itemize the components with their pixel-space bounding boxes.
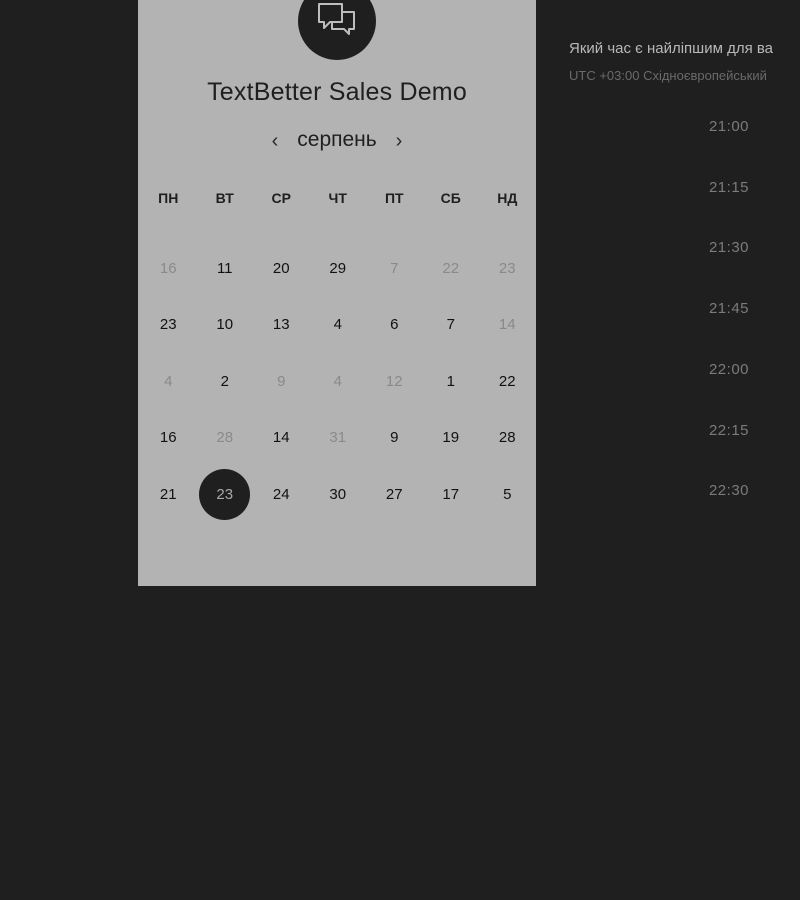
time-slot[interactable]: 21:45 — [689, 300, 769, 317]
calendar-day[interactable]: 19 — [423, 410, 480, 467]
calendar-day-label: 28 — [216, 429, 234, 447]
calendar-day-label: 12 — [385, 372, 403, 390]
time-slot[interactable]: 21:30 — [689, 239, 769, 256]
calendar-day-label: 31 — [329, 429, 347, 447]
calendar-day-selected[interactable]: 23 — [197, 466, 254, 523]
calendar-day-label: 24 — [272, 485, 290, 503]
calendar-day: 14 — [479, 297, 536, 354]
calendar-day[interactable]: 1 — [423, 353, 480, 410]
time-slot[interactable]: 22:30 — [689, 482, 769, 499]
time-slot[interactable]: 21:00 — [689, 118, 769, 135]
calendar-day[interactable]: 4 — [310, 297, 367, 354]
calendar-day[interactable]: 10 — [197, 297, 254, 354]
calendar-day-label: 7 — [390, 259, 399, 277]
calendar-day-label: 13 — [272, 316, 290, 334]
calendar-day-label: 23 — [159, 316, 177, 334]
calendar-day-label: 16 — [159, 259, 177, 277]
calendar-day-label: 9 — [277, 372, 286, 390]
weekday-label: СР — [271, 190, 291, 206]
weekday-label: ЧТ — [328, 190, 347, 206]
calendar-day-label: 21 — [159, 485, 177, 503]
calendar-day-label: 7 — [446, 316, 455, 334]
calendar-day[interactable]: 27 — [366, 466, 423, 523]
calendar-day-label: 14 — [272, 429, 290, 447]
page-title: TextBetter Sales Demo — [207, 78, 467, 106]
time-question: Який час є найліпшим для ва — [569, 40, 774, 57]
calendar-day[interactable]: 7 — [423, 297, 480, 354]
calendar-day-label: 14 — [498, 316, 516, 334]
calendar-day[interactable]: 24 — [253, 466, 310, 523]
calendar-day-label: 2 — [220, 372, 229, 390]
calendar-day[interactable]: 14 — [253, 410, 310, 467]
calendar-day: 16 — [140, 240, 197, 297]
calendar-day[interactable]: 20 — [253, 240, 310, 297]
calendar-day[interactable]: 11 — [197, 240, 254, 297]
time-slot[interactable]: 21:15 — [689, 179, 769, 196]
calendar-day-label: 10 — [216, 316, 234, 334]
weekday-label: ПТ — [384, 190, 404, 206]
chat-bubbles-icon — [318, 3, 355, 35]
calendar-day: 28 — [197, 410, 254, 467]
calendar-day-label: 9 — [390, 429, 399, 447]
calendar-day: 9 — [253, 353, 310, 410]
calendar-day[interactable]: 22 — [479, 353, 536, 410]
calendar-day-label: 27 — [385, 485, 403, 503]
calendar-day-label: 1 — [446, 372, 455, 390]
calendar-day[interactable]: 9 — [366, 410, 423, 467]
calendar-day[interactable]: 16 — [140, 410, 197, 467]
calendar-day-label: 11 — [216, 259, 233, 277]
calendar-day[interactable]: 30 — [310, 466, 367, 523]
calendar-day-label: 29 — [329, 259, 347, 277]
logo — [298, 0, 376, 60]
calendar-day[interactable]: 6 — [366, 297, 423, 354]
time-slot[interactable]: 22:15 — [689, 422, 769, 439]
calendar-day: 12 — [366, 353, 423, 410]
calendar-day-label: 5 — [503, 485, 512, 503]
calendar-day[interactable]: 28 — [479, 410, 536, 467]
weekday-header: ПН ВТ СР ЧТ ПТ СБ НД — [140, 190, 536, 206]
month-label: серпень — [297, 128, 377, 151]
calendar-day-label: 4 — [333, 316, 342, 334]
calendar-day: 4 — [140, 353, 197, 410]
weekday-label: ВТ — [215, 190, 234, 206]
calendar-day: 4 — [310, 353, 367, 410]
calendar-day: 22 — [423, 240, 480, 297]
calendar-day-label: 17 — [442, 485, 460, 503]
calendar-day[interactable]: 21 — [140, 466, 197, 523]
calendar-day[interactable]: 23 — [140, 297, 197, 354]
calendar-day-label: 6 — [390, 316, 399, 334]
time-slot[interactable]: 22:00 — [689, 361, 769, 378]
calendar-day-label: 20 — [272, 259, 290, 277]
calendar-day: 7 — [366, 240, 423, 297]
days-grid: 16 11 20 29 7 22 23 23 10 13 4 6 7 14 4 2 9 4 12 1 22 16 28 14 3… — [140, 240, 536, 523]
timezone-label[interactable]: UTC +03:00 Східноєвропейський — [569, 68, 767, 83]
calendar-day[interactable]: 5 — [479, 466, 536, 523]
calendar-day-label: 23 — [498, 259, 516, 277]
calendar-day[interactable]: 13 — [253, 297, 310, 354]
month-navigation: ‹ серпень › — [138, 124, 536, 158]
calendar-day-label: 16 — [159, 429, 177, 447]
calendar-day[interactable]: 2 — [197, 353, 254, 410]
weekday-label: НД — [497, 190, 518, 206]
calendar-day[interactable]: 29 — [310, 240, 367, 297]
calendar-day-label: 22 — [498, 372, 516, 390]
chevron-right-icon[interactable]: › — [389, 128, 409, 154]
time-slot-panel: Який час є найліпшим для ва UTC +03:00 С… — [569, 0, 800, 900]
calendar-day-label: 28 — [498, 429, 516, 447]
calendar-panel: TextBetter Sales Demo ‹ серпень › ПН ВТ … — [138, 0, 536, 586]
calendar-day-label: 4 — [333, 372, 342, 390]
calendar-day-label: 4 — [164, 372, 173, 390]
calendar-day-label: 19 — [442, 429, 460, 447]
calendar-day: 31 — [310, 410, 367, 467]
calendar-day[interactable]: 17 — [423, 466, 480, 523]
calendar-day-label: 23 — [199, 468, 251, 520]
calendar-day-label: 22 — [442, 259, 460, 277]
weekday-label: ПН — [158, 190, 179, 206]
weekday-label: СБ — [440, 190, 461, 206]
calendar-day: 23 — [479, 240, 536, 297]
calendar-day-label: 30 — [329, 485, 347, 503]
